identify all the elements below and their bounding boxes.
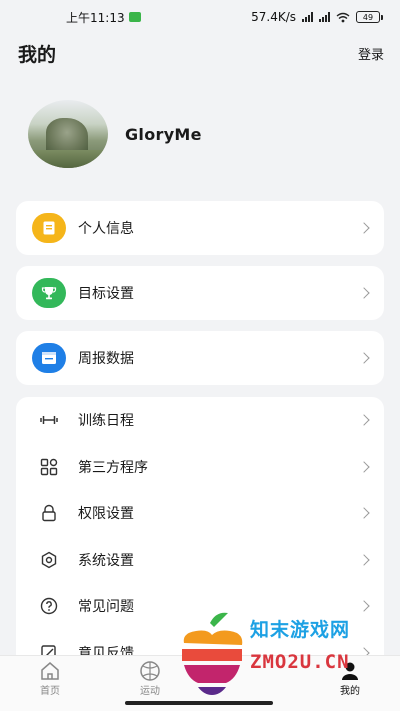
document-icon — [32, 213, 66, 243]
menu-label: 权限设置 — [78, 506, 134, 523]
tab-sport[interactable]: 运动 — [110, 660, 190, 697]
menu-item-third-party-apps[interactable]: 第三方程序 — [16, 444, 384, 491]
chevron-right-icon — [358, 414, 370, 426]
battery-icon: 49 — [356, 11, 383, 23]
notification-icon — [128, 12, 141, 22]
menu-label: 常见问题 — [78, 599, 134, 616]
report-icon — [32, 343, 66, 373]
menu-item-permissions[interactable]: 权限设置 — [16, 490, 384, 537]
tab-label: 我的 — [340, 686, 360, 697]
row-label: 个人信息 — [78, 221, 134, 237]
trophy-icon — [32, 278, 66, 308]
wifi-icon — [336, 12, 350, 22]
row-weekly-report[interactable]: 周报数据 — [16, 331, 384, 385]
menu-label: 系统设置 — [78, 552, 134, 569]
goal-settings-card[interactable]: 目标设置 — [16, 266, 384, 320]
chevron-right-icon — [358, 287, 370, 299]
chevron-right-icon — [358, 554, 370, 566]
status-right: 57.4K/s 49 — [251, 10, 383, 24]
menu-label: 训练日程 — [78, 413, 134, 430]
battery-level: 49 — [362, 12, 374, 22]
signal-icon — [302, 12, 313, 22]
gear-icon — [32, 550, 66, 570]
menu-label: 第三方程序 — [78, 459, 148, 476]
username: GloryMe — [125, 124, 202, 144]
row-label: 目标设置 — [78, 286, 134, 302]
apps-icon — [32, 457, 66, 477]
lock-icon — [32, 503, 66, 523]
sport-ball-icon — [139, 660, 161, 682]
tab-label: 首页 — [40, 686, 60, 697]
network-speed: 57.4K/s — [251, 10, 296, 24]
menu-item-system-settings[interactable]: 系统设置 — [16, 537, 384, 584]
chevron-right-icon — [358, 222, 370, 234]
signal-2-icon — [319, 12, 330, 22]
chevron-right-icon — [358, 461, 370, 473]
status-left: 上午11:13 — [66, 9, 141, 26]
home-icon — [39, 660, 61, 682]
chevron-right-icon — [358, 507, 370, 519]
menu-item-training-schedule[interactable]: 训练日程 — [16, 397, 384, 444]
profile-section[interactable]: GloryMe — [28, 100, 202, 168]
login-button[interactable]: 登录 — [358, 44, 384, 63]
person-icon — [340, 660, 360, 682]
weekly-report-card[interactable]: 周报数据 — [16, 331, 384, 385]
row-personal-info[interactable]: 个人信息 — [16, 201, 384, 255]
tab-label: 运动 — [140, 686, 160, 697]
tab-center[interactable] — [210, 660, 290, 682]
page-title: 我的 — [18, 43, 57, 66]
status-time: 上午11:13 — [66, 10, 125, 25]
home-indicator — [125, 701, 273, 705]
tab-home[interactable]: 首页 — [10, 660, 90, 697]
settings-menu: 训练日程 第三方程序 权限设置 系统设置 常见问题 意见反馈 — [16, 397, 384, 697]
personal-info-card[interactable]: 个人信息 — [16, 201, 384, 255]
question-icon — [32, 596, 66, 616]
dumbbell-icon — [32, 410, 66, 430]
chevron-right-icon — [358, 600, 370, 612]
row-label: 周报数据 — [78, 351, 134, 367]
tab-mine[interactable]: 我的 — [310, 660, 390, 697]
avatar[interactable] — [28, 100, 108, 168]
menu-item-faq[interactable]: 常见问题 — [16, 583, 384, 630]
status-bar: 上午11:13 57.4K/s 49 — [0, 0, 400, 34]
header: 我的 登录 — [0, 38, 400, 68]
row-goal-settings[interactable]: 目标设置 — [16, 266, 384, 320]
chevron-right-icon — [358, 352, 370, 364]
